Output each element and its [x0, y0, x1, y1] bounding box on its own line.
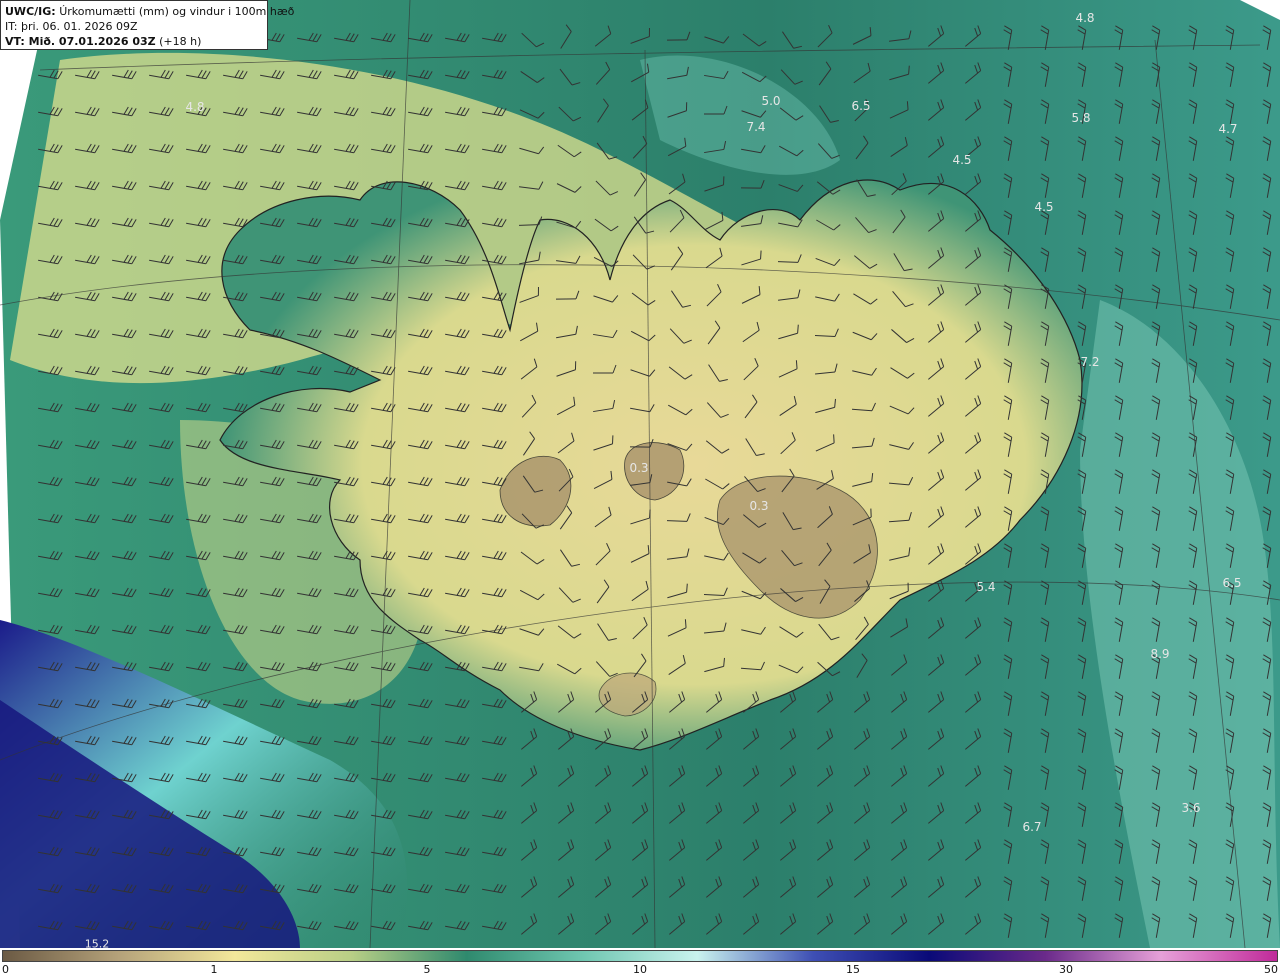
value-label: 5.0	[761, 94, 781, 108]
value-label: 8.9	[1150, 647, 1170, 661]
valid-time-line: VT: Mið. 07.01.2026 03Z (+18 h)	[5, 34, 263, 49]
model-name: UWC/IG:	[5, 5, 56, 18]
value-label: 4.7	[1218, 122, 1238, 136]
colorbar-tick: 10	[633, 963, 647, 976]
valid-time: VT: Mið. 07.01.2026 03Z	[5, 35, 156, 48]
value-label: 4.5	[952, 153, 972, 167]
value-label: 6.5	[1222, 576, 1242, 590]
field-description: Úrkomumætti (mm) og vindur i 100m hæð	[59, 5, 295, 18]
header-title-line: UWC/IG: Úrkomumætti (mm) og vindur i 100…	[5, 4, 294, 19]
value-label: 3.6	[1181, 801, 1201, 815]
value-label: 4.8	[1075, 11, 1095, 25]
value-label: 4.5	[1034, 200, 1054, 214]
value-label: 5.4	[976, 580, 996, 594]
initial-time: IT: þri. 06. 01. 2026 09Z	[5, 20, 138, 33]
value-label: 15.2	[84, 937, 110, 951]
value-label: 6.5	[851, 99, 871, 113]
precipitation-colorbar	[2, 950, 1278, 962]
value-label: 4.8	[185, 100, 205, 114]
colorbar-tick: 5	[423, 963, 431, 976]
colorbar-tick: 50	[1264, 963, 1278, 976]
value-label: 0.3	[749, 499, 769, 513]
value-label: 5.8	[1071, 111, 1091, 125]
colorbar-tick: 0	[2, 963, 9, 976]
colorbar-tick: 15	[846, 963, 860, 976]
colorbar-tick: 1	[210, 963, 218, 976]
colorbar-tick: 30	[1059, 963, 1073, 976]
lead-time: (+18 h)	[159, 35, 202, 48]
value-label: 6.7	[1022, 820, 1042, 834]
value-label: 7.2	[1080, 355, 1100, 369]
map-header: UWC/IG: Úrkomumætti (mm) og vindur i 100…	[0, 0, 294, 50]
value-label: 7.4	[746, 120, 766, 134]
value-label: 0.3	[629, 461, 649, 475]
